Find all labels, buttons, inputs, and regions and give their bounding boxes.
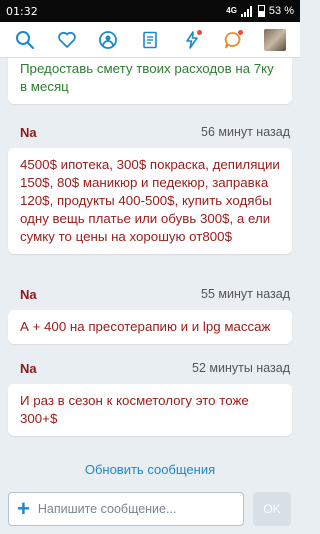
battery-level: 53 % bbox=[268, 5, 294, 17]
message-author[interactable]: Na bbox=[20, 287, 37, 302]
search-icon[interactable] bbox=[10, 25, 40, 55]
message-text: А + 400 на пресотерапию и и lpg массаж bbox=[20, 319, 271, 334]
profile-avatar[interactable] bbox=[260, 25, 290, 55]
notification-dot bbox=[238, 29, 244, 35]
broadcast-icon[interactable] bbox=[93, 25, 123, 55]
message-header: Na 55 минут назад bbox=[0, 284, 300, 304]
notification-dot bbox=[196, 29, 202, 35]
message-bubble: 4500$ ипотека, 300$ покраска, депиляции … bbox=[8, 148, 292, 254]
message-text: Предоставь смету твоих расходов на 7ку в… bbox=[20, 61, 274, 94]
message-text: И раз в сезон к косметологу это тоже 300… bbox=[20, 393, 249, 426]
message-author[interactable]: Na bbox=[20, 361, 37, 376]
lightning-icon[interactable] bbox=[177, 25, 207, 55]
message-author[interactable]: Na bbox=[20, 125, 37, 140]
add-attachment-icon[interactable]: + bbox=[17, 498, 30, 520]
top-toolbar bbox=[0, 22, 300, 58]
message-time: 55 минут назад bbox=[201, 287, 290, 301]
message-header: Na 56 минут назад bbox=[0, 122, 300, 142]
message-header: Na 52 минуты назад bbox=[0, 358, 300, 378]
send-button[interactable]: OK bbox=[253, 492, 291, 526]
message-time: 56 минут назад bbox=[201, 125, 290, 139]
clock: 01:32 bbox=[6, 4, 38, 18]
message-composer: + Напишите сообщение... OK bbox=[0, 490, 300, 534]
message-time: 52 минуты назад bbox=[192, 361, 290, 375]
message-bubble: А + 400 на пресотерапию и и lpg массаж bbox=[8, 310, 292, 344]
refresh-messages-link[interactable]: Обновить сообщения bbox=[0, 462, 300, 477]
heart-icon[interactable] bbox=[52, 25, 82, 55]
message-input[interactable]: + Напишите сообщение... bbox=[8, 492, 244, 526]
battery-icon bbox=[257, 5, 265, 17]
status-bar: 01:32 4G 53 % bbox=[0, 0, 300, 22]
quoted-message: Предоставь смету твоих расходов на 7ку в… bbox=[8, 58, 292, 104]
message-text: 4500$ ипотека, 300$ покраска, депиляции … bbox=[20, 157, 280, 244]
chat-bubble-icon[interactable] bbox=[218, 25, 248, 55]
signal-icon bbox=[240, 5, 252, 17]
message-bubble: И раз в сезон к косметологу это тоже 300… bbox=[8, 384, 292, 436]
avatar bbox=[264, 28, 287, 51]
message-feed[interactable]: Предоставь смету твоих расходов на 7ку в… bbox=[0, 58, 300, 490]
document-icon[interactable] bbox=[135, 25, 165, 55]
network-type: 4G bbox=[226, 6, 237, 15]
message-placeholder: Напишите сообщение... bbox=[37, 502, 177, 516]
